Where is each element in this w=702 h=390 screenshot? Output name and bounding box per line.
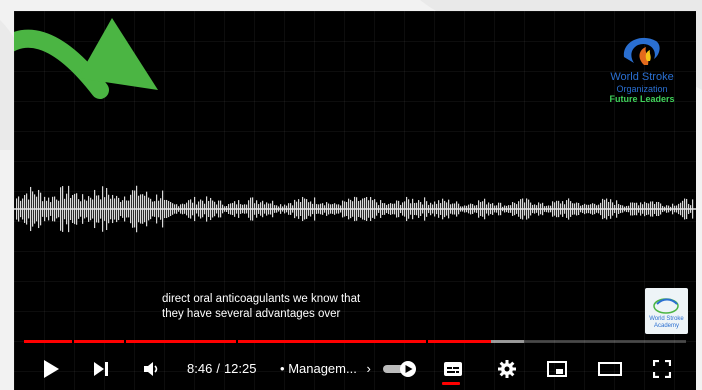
fullscreen-icon: [653, 360, 671, 378]
academy-line-1: World Stroke: [649, 316, 684, 322]
theater-mode-icon: [598, 362, 622, 376]
chapter-chevron-icon: ›: [366, 361, 371, 376]
volume-icon: [144, 362, 158, 376]
logo-subtitle: Organization: [616, 83, 668, 94]
control-bar: 8:46/12:25 • Managem... ›: [14, 351, 696, 390]
chapter-title: Managem...: [288, 361, 357, 376]
caption-line-1: direct oral anticoagulants we know that: [162, 293, 361, 305]
chapter-bullet: •: [280, 361, 285, 376]
fullscreen-button[interactable]: [647, 351, 677, 387]
autoplay-toggle-icon: [383, 361, 416, 377]
settings-button[interactable]: [493, 351, 521, 387]
skip-next-icon: [94, 362, 108, 376]
video-player[interactable]: World Stroke Organization Future Leaders…: [14, 11, 696, 390]
academy-line-2: Academy: [653, 323, 679, 329]
play-button[interactable]: [34, 351, 68, 387]
play-icon: [44, 360, 59, 378]
next-button[interactable]: [84, 351, 118, 387]
progress-bar[interactable]: [24, 340, 686, 343]
current-time: 8:46: [187, 361, 213, 376]
progress-played: [24, 340, 491, 343]
audio-waveform: [14, 185, 696, 233]
time-display: 8:46/12:25: [187, 361, 256, 376]
time-separator: /: [216, 361, 220, 376]
green-arrow-graphic: [14, 18, 158, 99]
theater-mode-button[interactable]: [594, 351, 626, 387]
gear-icon: [498, 360, 516, 378]
chapter-button[interactable]: • Managem... ›: [280, 361, 371, 376]
miniplayer-icon: [547, 361, 567, 377]
logo-title: World Stroke: [610, 71, 674, 83]
world-stroke-academy-badge: World Stroke Academy: [645, 288, 688, 334]
subtitles-icon: [444, 362, 462, 376]
autoplay-toggle[interactable]: [379, 351, 421, 387]
subtitle-captions: direct oral anticoagulants we know that …: [162, 292, 360, 322]
chapter-marker: [72, 340, 74, 343]
chapter-marker: [124, 340, 126, 343]
world-stroke-organization-logo: World Stroke Organization Future Leaders: [592, 31, 692, 131]
mute-button[interactable]: [136, 351, 166, 387]
subtitles-active-indicator: [442, 382, 460, 385]
miniplayer-button[interactable]: [542, 351, 572, 387]
chapter-marker: [236, 340, 238, 343]
academy-globe-icon: [653, 298, 679, 314]
logo-tagline: Future Leaders: [609, 93, 675, 104]
caption-line-2: they have several advantages over: [162, 308, 341, 320]
duration: 12:25: [223, 361, 257, 376]
chapter-marker: [426, 340, 428, 343]
flame-icon: [623, 37, 660, 65]
